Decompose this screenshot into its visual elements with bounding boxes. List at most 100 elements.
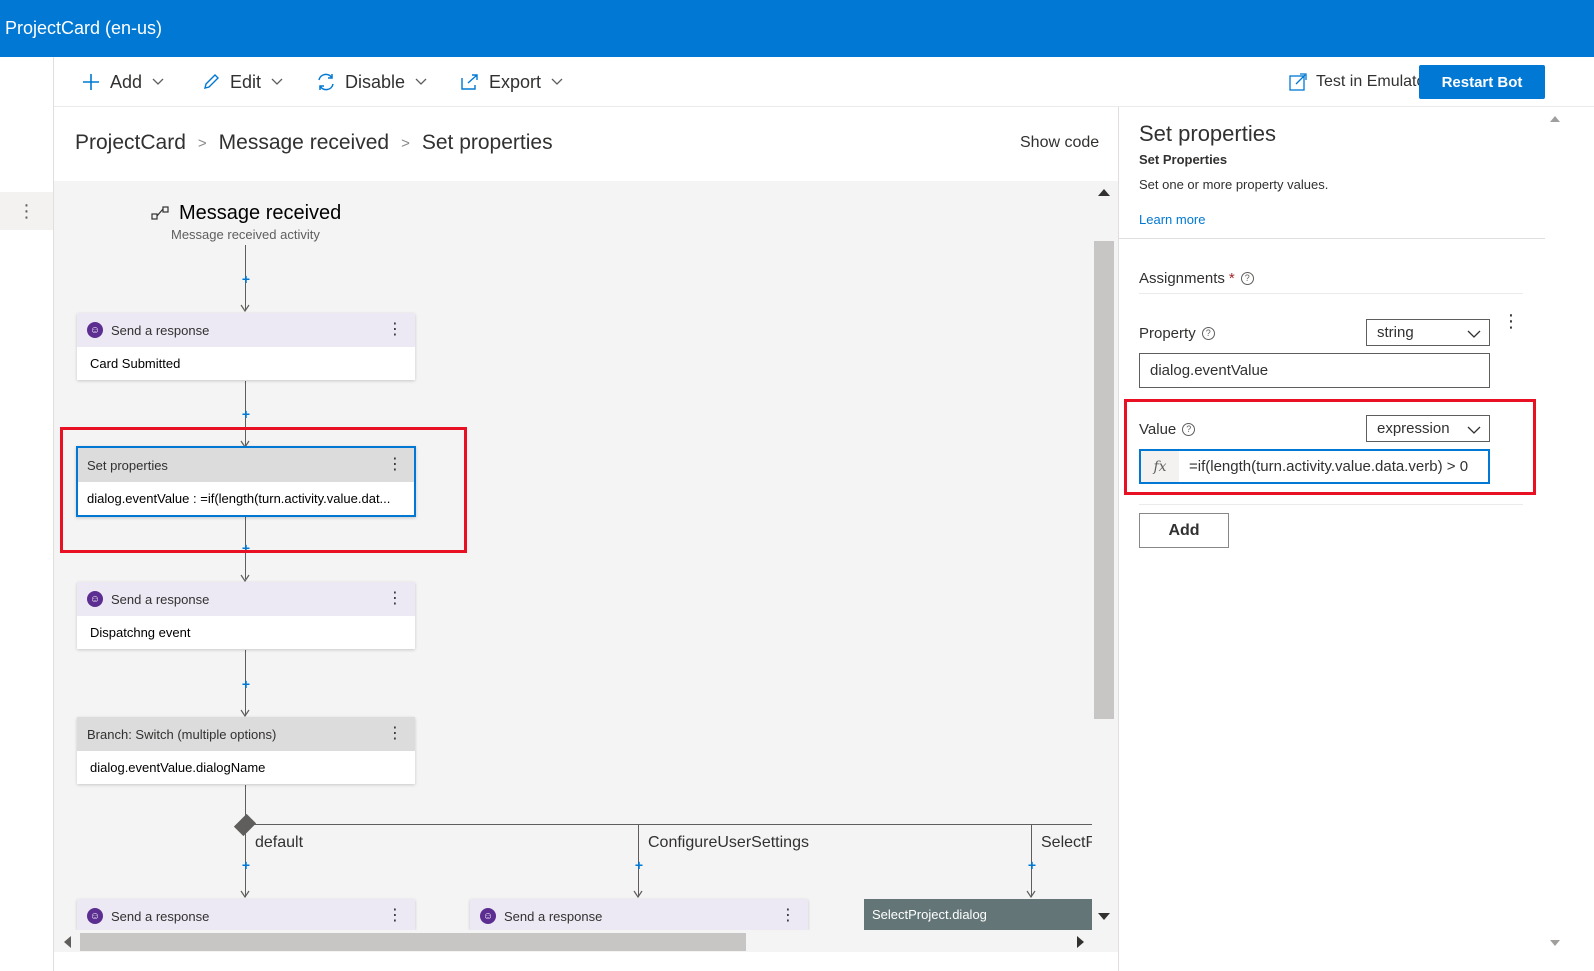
disable-menu-button[interactable]: Disable [315, 71, 429, 93]
scroll-right-icon[interactable] [1077, 936, 1084, 948]
begin-dialog-node[interactable]: SelectProject.dialog [864, 899, 1092, 930]
canvas-horizontal-scrollbar[interactable] [54, 930, 1092, 952]
more-options-icon[interactable]: ⋮ [780, 908, 796, 924]
node-body: dialog.eventValue.dialogName [90, 760, 266, 775]
chevron-down-icon [1467, 326, 1481, 343]
breadcrumb-item[interactable]: ProjectCard [75, 131, 186, 155]
arrow-down-icon [240, 574, 250, 582]
window-title: ProjectCard (en-us) [5, 18, 163, 38]
highlight-box [1124, 399, 1536, 495]
more-options-icon[interactable]: ⋮ [387, 726, 403, 742]
more-options-icon[interactable]: ⋮ [387, 908, 403, 924]
title-bar: ProjectCard (en-us) [0, 0, 1594, 57]
chevron-down-icon [271, 75, 285, 89]
node-header: Send a response [111, 908, 210, 924]
breadcrumb: ProjectCard > Message received > Set pro… [75, 131, 553, 155]
chevron-down-icon [551, 75, 565, 89]
restart-bot-button[interactable]: Restart Bot [1419, 65, 1545, 99]
refresh-icon [315, 71, 337, 93]
more-options-icon[interactable]: ⋮ [1502, 311, 1520, 332]
node-header: Send a response [111, 591, 210, 607]
scroll-up-icon[interactable] [1098, 189, 1110, 196]
add-label: Add [110, 71, 143, 92]
property-label: Property [1139, 325, 1196, 342]
scroll-thumb[interactable] [1094, 241, 1114, 719]
node-header: Send a response [504, 908, 603, 924]
toolbar: Add Edit Disable Export Test in Emulator… [54, 57, 1594, 107]
chevron-right-icon: > [197, 134, 207, 152]
property-type-dropdown[interactable]: string [1366, 319, 1490, 346]
branch-label: SelectP [1041, 834, 1092, 851]
assignments-label: Assignments [1139, 270, 1225, 287]
more-options-icon[interactable]: ⋮ [0, 192, 53, 230]
send-response-node[interactable]: ☺ Send a response ⋮ [77, 899, 415, 930]
required-mark: * [1228, 270, 1235, 287]
scroll-left-icon[interactable] [64, 936, 71, 948]
learn-more-link[interactable]: Learn more [1139, 212, 1205, 227]
add-action-icon[interactable]: + [1025, 858, 1039, 872]
add-action-icon[interactable]: + [239, 272, 253, 286]
edit-label: Edit [230, 71, 262, 92]
scroll-up-icon[interactable] [1550, 116, 1560, 122]
trigger-title: Message received [179, 202, 342, 224]
panel-subtitle: Set Properties [1139, 152, 1228, 167]
arrow-down-icon [1026, 890, 1036, 898]
export-icon [459, 71, 481, 93]
more-options-icon[interactable]: ⋮ [387, 322, 403, 338]
arrow-down-icon [240, 304, 250, 312]
more-options-icon[interactable]: ⋮ [387, 591, 403, 607]
chevron-down-icon [152, 75, 166, 89]
send-response-node[interactable]: ☺ Send a response ⋮ [470, 899, 808, 930]
export-label: Export [489, 71, 542, 92]
divider [1119, 238, 1545, 239]
export-menu-button[interactable]: Export [459, 71, 565, 93]
arrow-down-icon [240, 890, 250, 898]
panel-description: Set one or more property values. [1139, 177, 1329, 192]
help-icon[interactable]: ? [1201, 327, 1215, 340]
scroll-down-icon[interactable] [1098, 913, 1110, 920]
property-input[interactable]: dialog.eventValue [1139, 353, 1490, 388]
branch-label: default [255, 834, 304, 851]
test-in-emulator-button[interactable]: Test in Emulator [1289, 73, 1431, 91]
help-icon[interactable]: ? [1240, 272, 1254, 285]
add-action-icon[interactable]: + [632, 858, 646, 872]
trigger-node[interactable]: Message received Message received activi… [151, 202, 341, 242]
breadcrumb-item[interactable]: Set properties [422, 131, 553, 155]
left-nav: ⋮ [0, 57, 54, 971]
property-type-value: string [1377, 324, 1414, 341]
breadcrumb-item[interactable]: Message received [219, 131, 389, 155]
scroll-thumb[interactable] [80, 933, 746, 951]
bot-icon: ☺ [87, 908, 103, 924]
send-response-node[interactable]: ☺ Send a response ⋮ Card Submitted [77, 313, 415, 380]
arrow-down-icon [633, 890, 643, 898]
test-emulator-label: Test in Emulator [1316, 73, 1431, 90]
node-header: Branch: Switch (multiple options) [87, 726, 277, 742]
chevron-down-icon [415, 75, 429, 89]
edit-menu-button[interactable]: Edit [200, 71, 285, 93]
node-body: Card Submitted [90, 356, 181, 371]
divider [1139, 293, 1523, 294]
scroll-down-icon[interactable] [1550, 940, 1560, 946]
open-external-icon [1289, 73, 1307, 91]
add-action-icon[interactable]: + [239, 677, 253, 691]
node-header: Send a response [111, 322, 210, 338]
add-action-icon[interactable]: + [239, 858, 253, 872]
highlight-box [60, 427, 467, 553]
property-label-row: Property ? [1139, 325, 1215, 342]
canvas-vertical-scrollbar[interactable] [1092, 181, 1116, 930]
panel-title: Set properties [1139, 121, 1276, 146]
branch-line [246, 824, 1092, 825]
switch-node[interactable]: Branch: Switch (multiple options) ⋮ dial… [77, 717, 415, 784]
bot-icon: ☺ [480, 908, 496, 924]
disable-label: Disable [345, 71, 406, 92]
add-menu-button[interactable]: Add [80, 71, 166, 93]
add-action-icon[interactable]: + [239, 407, 253, 421]
bot-icon: ☺ [87, 591, 103, 607]
pencil-icon [200, 71, 222, 93]
flow-canvas[interactable] [54, 181, 1118, 952]
add-assignment-button[interactable]: Add [1139, 513, 1229, 548]
send-response-node[interactable]: ☺ Send a response ⋮ Dispatchng event [77, 582, 415, 649]
trigger-icon [151, 205, 173, 222]
branch-label: ConfigureUserSettings [648, 834, 809, 851]
show-code-button[interactable]: Show code [1020, 134, 1099, 152]
